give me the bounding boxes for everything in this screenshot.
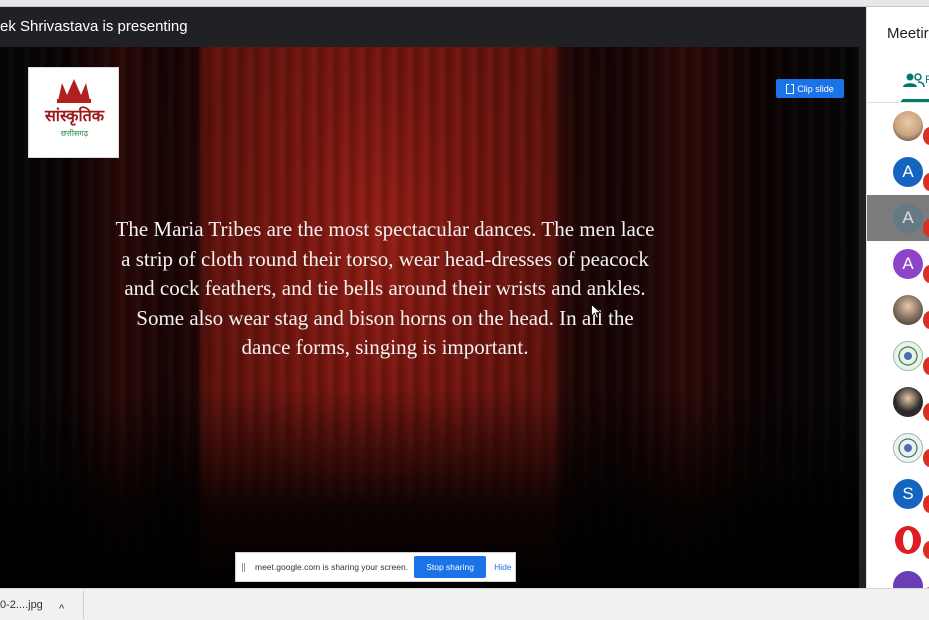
presenter-header: ek Shrivastava is presenting [0,7,866,47]
sanskritik-logo: सांस्कृतिक छत्तीसगढ़ [28,67,119,158]
mic-muted-icon [923,173,929,191]
avatar [893,341,923,371]
mic-muted-icon [923,449,929,467]
tab-people-label[interactable]: P [925,74,929,86]
logo-text: सांस्कृतिक [44,106,105,125]
avatar [893,571,923,588]
mouse-pointer-icon [591,304,602,319]
download-shelf: 0-2....jpg ^ [0,588,929,620]
clip-slide-button[interactable]: Clip slide [776,79,844,98]
mic-muted-icon [923,541,929,559]
avatar [893,295,923,325]
stage-gutter [859,47,866,588]
download-file-name[interactable]: 0-2....jpg [0,599,43,611]
chevron-up-icon[interactable]: ^ [59,603,64,615]
participant-row[interactable] [867,517,929,563]
stop-sharing-button[interactable]: Stop sharing [414,556,487,578]
drag-handle-icon[interactable] [242,562,245,572]
clip-slide-label: Clip slide [797,83,834,94]
mic-muted-icon [923,127,929,145]
panel-title: Meetir [887,25,929,42]
avatar: S [893,479,923,509]
mic-muted-icon [923,219,929,237]
avatar: A [893,203,923,233]
share-message: meet.google.com is sharing your screen. [255,562,409,572]
clip-icon [786,81,795,94]
hide-share-bar-button[interactable]: Hide [494,562,511,572]
screen-share-bar: meet.google.com is sharing your screen. … [235,552,516,582]
mic-muted-icon [923,357,929,375]
mic-muted-icon [923,495,929,513]
mic-muted-icon [923,403,929,421]
participant-row[interactable] [867,333,929,379]
avatar [893,111,923,141]
participant-row[interactable] [867,103,929,149]
avatar [893,433,923,463]
participant-row[interactable]: A [867,195,929,241]
shelf-divider [83,591,84,619]
crown-logo-icon [57,79,91,103]
meet-window: ek Shrivastava is presenting सांस्कृतिक … [0,0,929,620]
avatar: A [893,157,923,187]
participant-row[interactable] [867,287,929,333]
presentation-stage[interactable]: सांस्कृतिक छत्तीसगढ़ Clip slide The Mari… [0,47,859,588]
avatar: A [893,249,923,279]
participant-row[interactable] [867,563,929,588]
participant-row[interactable]: A [867,149,929,195]
avatar [893,387,923,417]
mic-muted-icon [923,311,929,329]
participant-row[interactable] [867,379,929,425]
mic-muted-icon [923,265,929,283]
participant-row[interactable] [867,425,929,471]
participant-row[interactable]: A [867,241,929,287]
slide-body-text: The Maria Tribes are the most spectacula… [115,217,655,359]
logo-subtext: छत्तीसगढ़ [60,129,89,138]
participant-row[interactable]: S [867,471,929,517]
presenter-banner: ek Shrivastava is presenting [0,18,188,35]
meeting-details-panel: Meetir P AAAS [866,7,929,588]
browser-top-strip [0,0,929,7]
avatar [893,525,923,555]
